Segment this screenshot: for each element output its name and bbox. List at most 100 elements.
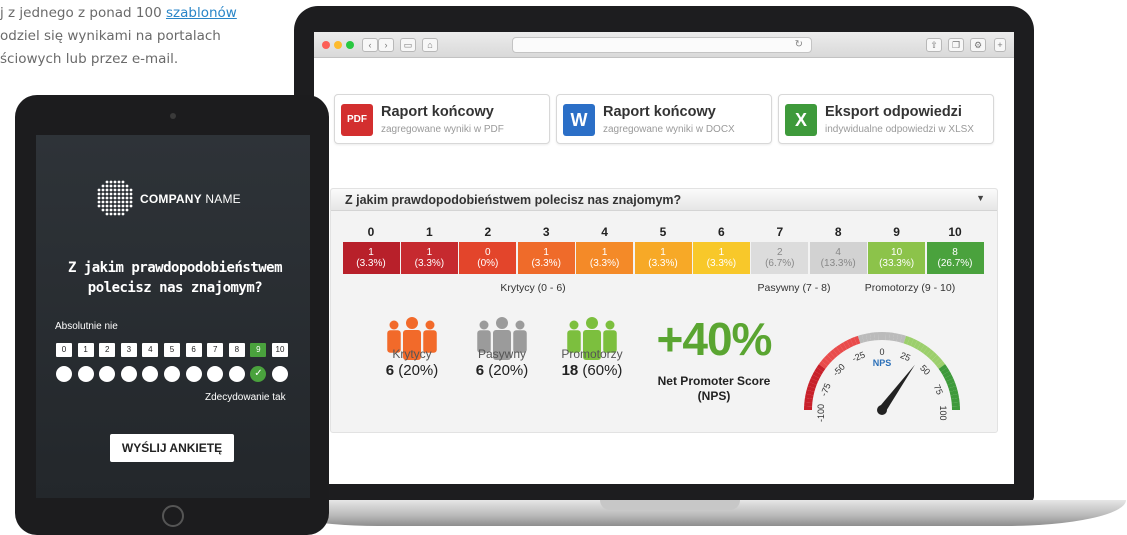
score-cell: 8 (26.7%): [926, 242, 984, 274]
group-name: Promotorzy: [561, 347, 623, 361]
rating-option-10[interactable]: 10: [272, 343, 288, 357]
score-number: 6: [718, 225, 725, 239]
score-percent: (3.3%): [648, 258, 678, 269]
templates-link[interactable]: szablonów: [166, 5, 237, 21]
tablet-home-button[interactable]: [162, 505, 184, 527]
gauge-tick-label: -75: [819, 382, 833, 398]
rating-radio[interactable]: [164, 366, 180, 382]
score-count: 1: [426, 247, 433, 258]
question-text: Z jakim prawdopodobieństwem polecisz nas…: [345, 193, 682, 207]
gauge-needle: [878, 364, 915, 413]
score-cell: 0 (0%): [459, 242, 517, 274]
report-subtitle: indywidualne odpowiedzi w XLSX: [825, 124, 974, 135]
back-icon[interactable]: ‹: [362, 38, 378, 52]
laptop-screen: ‹ › ▭ ⌂ ↻ ⇧ ❐ ⚙ + PDF Raport końcowy zag…: [314, 32, 1014, 484]
group-name: Pasywny: [477, 347, 527, 361]
rating-option-3[interactable]: 3: [120, 343, 137, 357]
intro-line: odziel się wynikami na portalach: [0, 28, 221, 44]
group-count: 6 (20%): [385, 362, 439, 379]
reload-icon[interactable]: ↻: [795, 39, 803, 50]
settings-icon[interactable]: ⚙: [970, 38, 986, 52]
score-count: 10: [891, 247, 903, 258]
report-subtitle: zagregowane wyniki w DOCX: [603, 124, 735, 135]
gauge-segment: [877, 332, 882, 341]
group-count: 18 (60%): [561, 362, 623, 379]
close-window-button[interactable]: [322, 41, 330, 49]
sidebar-icon[interactable]: ▭: [400, 38, 416, 52]
rating-option-1[interactable]: 1: [77, 343, 94, 357]
question-dropdown[interactable]: Z jakim prawdopodobieństwem polecisz nas…: [331, 189, 997, 211]
new-tab-icon[interactable]: +: [994, 38, 1006, 52]
rating-option-9[interactable]: 9: [250, 343, 267, 357]
laptop-notch: [600, 500, 740, 510]
company-name-rest: NAME: [201, 192, 241, 206]
group-count: 6 (20%): [475, 362, 529, 379]
score-percent: (3.3%): [589, 258, 620, 269]
minimize-window-button[interactable]: [334, 41, 342, 49]
group-name: Krytycy: [392, 347, 432, 361]
rating-option-7[interactable]: 7: [207, 343, 224, 357]
score-number: 5: [659, 225, 667, 239]
rating-option-4[interactable]: 4: [142, 343, 159, 357]
nps-gauge: -100 -75 -50 -25 0 25 5075 100 NPS: [804, 332, 960, 422]
rating-option-5[interactable]: 5: [164, 343, 180, 357]
docx-report-button[interactable]: W Raport końcowy zagregowane wyniki w DO…: [556, 94, 772, 144]
gauge-tick-label: 50: [918, 363, 932, 377]
score-percent: (3.3%): [706, 258, 737, 269]
rating-option-6[interactable]: 6: [185, 343, 202, 357]
group-label-promoters: Promotorzy (9 - 10): [864, 282, 956, 294]
rating-option-0[interactable]: 0: [56, 343, 72, 357]
rating-radio[interactable]: [272, 366, 288, 382]
pdf-report-button[interactable]: PDF Raport końcowy zagregowane wyniki w …: [334, 94, 550, 144]
tablet-question: Z jakim prawdopodobieństwem polecisz nas…: [60, 258, 290, 298]
rating-radio[interactable]: [185, 366, 202, 382]
tablet-question-line: Z jakim prawdopodobieństwem: [67, 260, 283, 276]
gauge-tick-label: 100: [938, 405, 948, 420]
group-summary-item: Krytycy 6 (20%): [362, 347, 462, 379]
gauge-tick-label: 75: [932, 383, 945, 396]
report-title: Eksport odpowiedzi: [825, 104, 962, 120]
score-number: 1: [426, 225, 433, 239]
score-count: 1: [718, 247, 725, 258]
report-title: Raport końcowy: [381, 104, 494, 120]
rating-option-2[interactable]: 2: [99, 343, 116, 357]
group-summary-item: Promotorzy 18 (60%): [542, 347, 642, 379]
tabs-icon[interactable]: ❐: [948, 38, 964, 52]
score-percent: (33.3%): [879, 258, 915, 269]
score-number: 7: [776, 225, 784, 239]
gauge-tick-label: -50: [831, 362, 847, 378]
group-label-detractors: Krytycy (0 - 6): [500, 282, 566, 294]
xlsx-export-button[interactable]: X Eksport odpowiedzi indywidualne odpowi…: [778, 94, 994, 144]
score-cell: 10 (33.3%): [868, 242, 926, 274]
intro-line: ściowych lub przez e-mail.: [0, 51, 179, 67]
score-cell: 1 (3.3%): [400, 242, 458, 274]
rating-radio[interactable]: [120, 366, 137, 382]
forward-icon[interactable]: ›: [378, 38, 394, 52]
score-cell: 2 (6.7%): [751, 242, 809, 274]
maximize-window-button[interactable]: [346, 41, 354, 49]
address-bar[interactable]: ↻: [512, 37, 812, 53]
score-number: 3: [542, 225, 550, 239]
score-count: 8: [952, 247, 958, 258]
gauge-tick-label: -100: [816, 404, 826, 422]
nps-label-line: Net Promoter Score: [657, 374, 771, 388]
word-icon: W: [563, 104, 595, 136]
home-icon[interactable]: ⌂: [422, 38, 438, 52]
share-icon[interactable]: ⇧: [926, 38, 942, 52]
score-number: 4: [601, 225, 608, 239]
intro-text: j z jednego z ponad 100 szablonów odziel…: [0, 2, 290, 71]
score-count: 0: [485, 247, 491, 258]
score-number: 0: [367, 225, 375, 239]
rating-radio[interactable]: [56, 366, 72, 382]
send-survey-button[interactable]: WYŚLIJ ANKIETĘ: [110, 434, 234, 462]
report-title: Raport końcowy: [603, 104, 716, 120]
score-percent: (13.3%): [820, 258, 856, 269]
score-percent: (3.3%): [414, 258, 445, 269]
score-percent: (6.7%): [765, 258, 795, 269]
rating-radio[interactable]: [228, 366, 245, 382]
rating-radio[interactable]: [77, 366, 94, 382]
rating-option-8[interactable]: 8: [228, 343, 245, 357]
score-count: 2: [777, 247, 783, 258]
tablet-camera: [170, 113, 176, 119]
group-label-passives: Pasywny (7 - 8): [757, 282, 831, 294]
